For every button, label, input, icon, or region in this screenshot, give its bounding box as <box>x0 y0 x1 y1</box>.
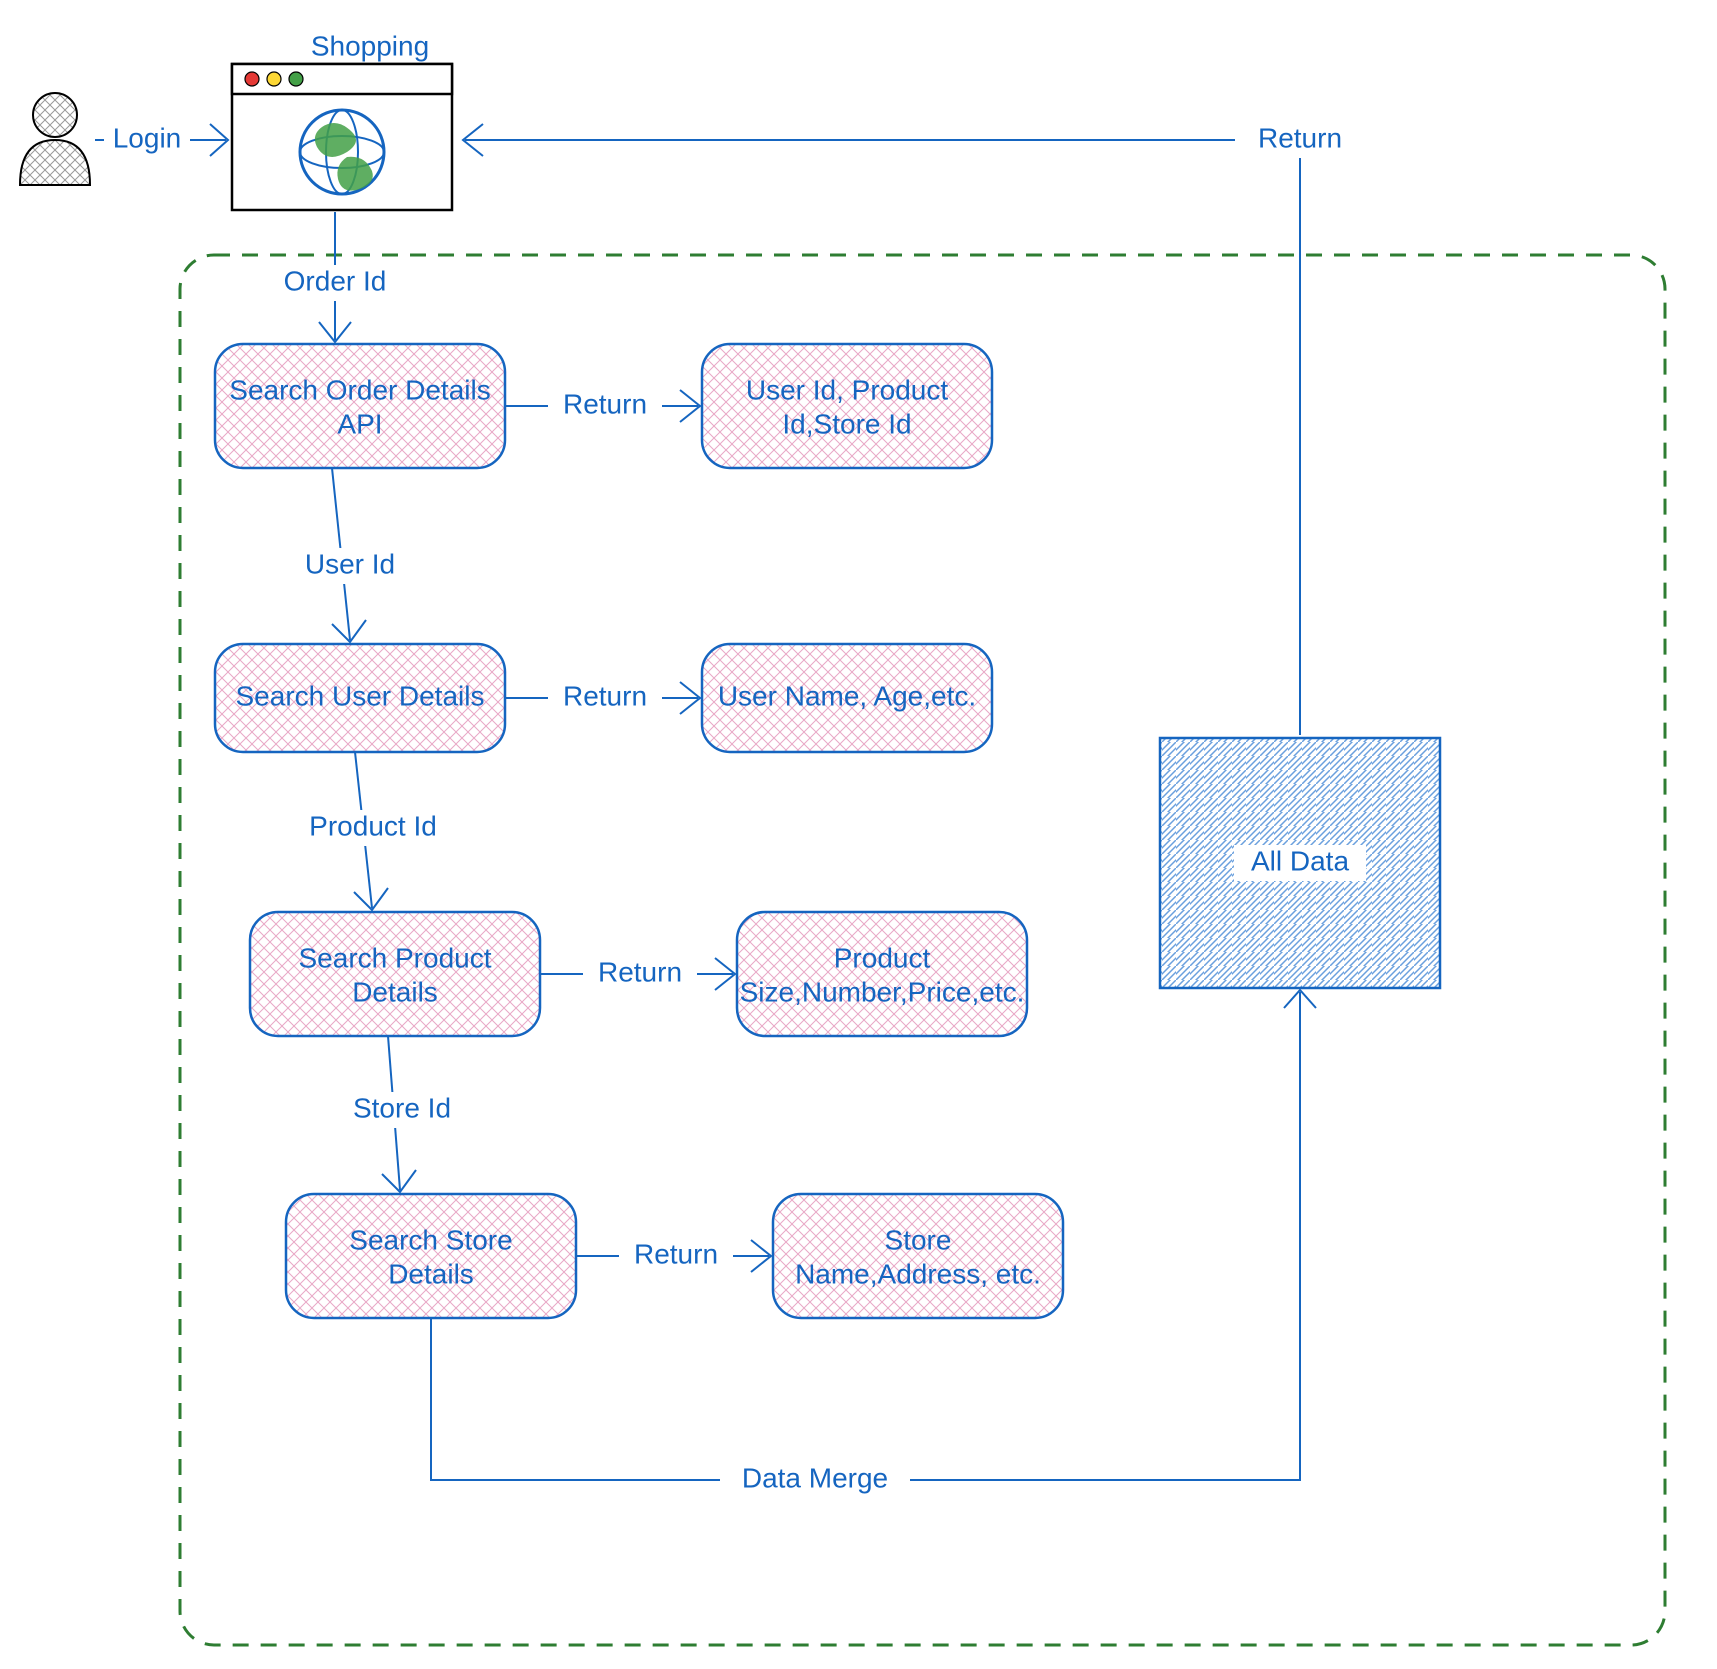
product-result-l1: Product <box>834 942 931 973</box>
search-user-l1: Search User Details <box>236 680 485 711</box>
product-id-label: Product Id <box>309 810 437 841</box>
search-store-l1: Search Store <box>349 1224 512 1255</box>
order-result-l1: User Id, Product <box>746 374 949 405</box>
store-result-node: Store Name,Address, etc. <box>773 1194 1063 1318</box>
all-data-l1: All Data <box>1251 845 1349 876</box>
search-order-node: Search Order Details API <box>215 344 505 468</box>
data-merge-label: Data Merge <box>742 1462 888 1493</box>
return1-arrow: Return <box>505 388 700 424</box>
return4-arrow: Return <box>576 1238 771 1274</box>
user-result-node: User Name, Age,etc. <box>702 644 992 752</box>
return1-label: Return <box>563 388 647 419</box>
search-store-node: Search Store Details <box>286 1194 576 1318</box>
return2-label: Return <box>563 680 647 711</box>
return3-arrow: Return <box>540 956 735 992</box>
search-order-l2: API <box>337 408 382 439</box>
product-result-node: Product Size,Number,Price,etc. <box>737 912 1027 1036</box>
store-result-l2: Name,Address, etc. <box>795 1258 1041 1289</box>
browser-title: Shopping <box>311 30 429 61</box>
search-order-l1: Search Order Details <box>229 374 490 405</box>
order-id-arrow: Order Id <box>262 212 408 342</box>
store-result-l1: Store <box>885 1224 952 1255</box>
product-id-arrow: Product Id <box>288 752 458 910</box>
product-result-l2: Size,Number,Price,etc. <box>740 976 1025 1007</box>
user-id-arrow: User Id <box>278 468 428 642</box>
search-product-l2: Details <box>352 976 438 1007</box>
all-data-node: All Data <box>1160 738 1440 988</box>
search-store-l2: Details <box>388 1258 474 1289</box>
store-id-arrow: Store Id <box>328 1036 478 1192</box>
search-product-node: Search Product Details <box>250 912 540 1036</box>
user-result-l1: User Name, Age,etc. <box>718 680 976 711</box>
user-id-label: User Id <box>305 548 395 579</box>
return-final-label: Return <box>1258 122 1342 153</box>
return4-label: Return <box>634 1238 718 1269</box>
order-result-l2: Id,Store Id <box>782 408 911 439</box>
diagram-canvas: Login Shopping Return Order Id Sea <box>0 0 1717 1669</box>
store-id-label: Store Id <box>353 1092 451 1123</box>
globe-icon <box>300 110 384 194</box>
browser-window: Shopping <box>232 30 452 210</box>
return2-arrow: Return <box>505 680 700 716</box>
order-result-node: User Id, Product Id,Store Id <box>702 344 992 468</box>
search-product-l1: Search Product <box>299 942 492 973</box>
order-id-label: Order Id <box>284 265 387 296</box>
return3-label: Return <box>598 956 682 987</box>
user-icon <box>20 93 90 185</box>
search-user-node: Search User Details <box>215 644 505 752</box>
login-arrow: Login <box>95 122 228 158</box>
login-label: Login <box>113 122 182 153</box>
